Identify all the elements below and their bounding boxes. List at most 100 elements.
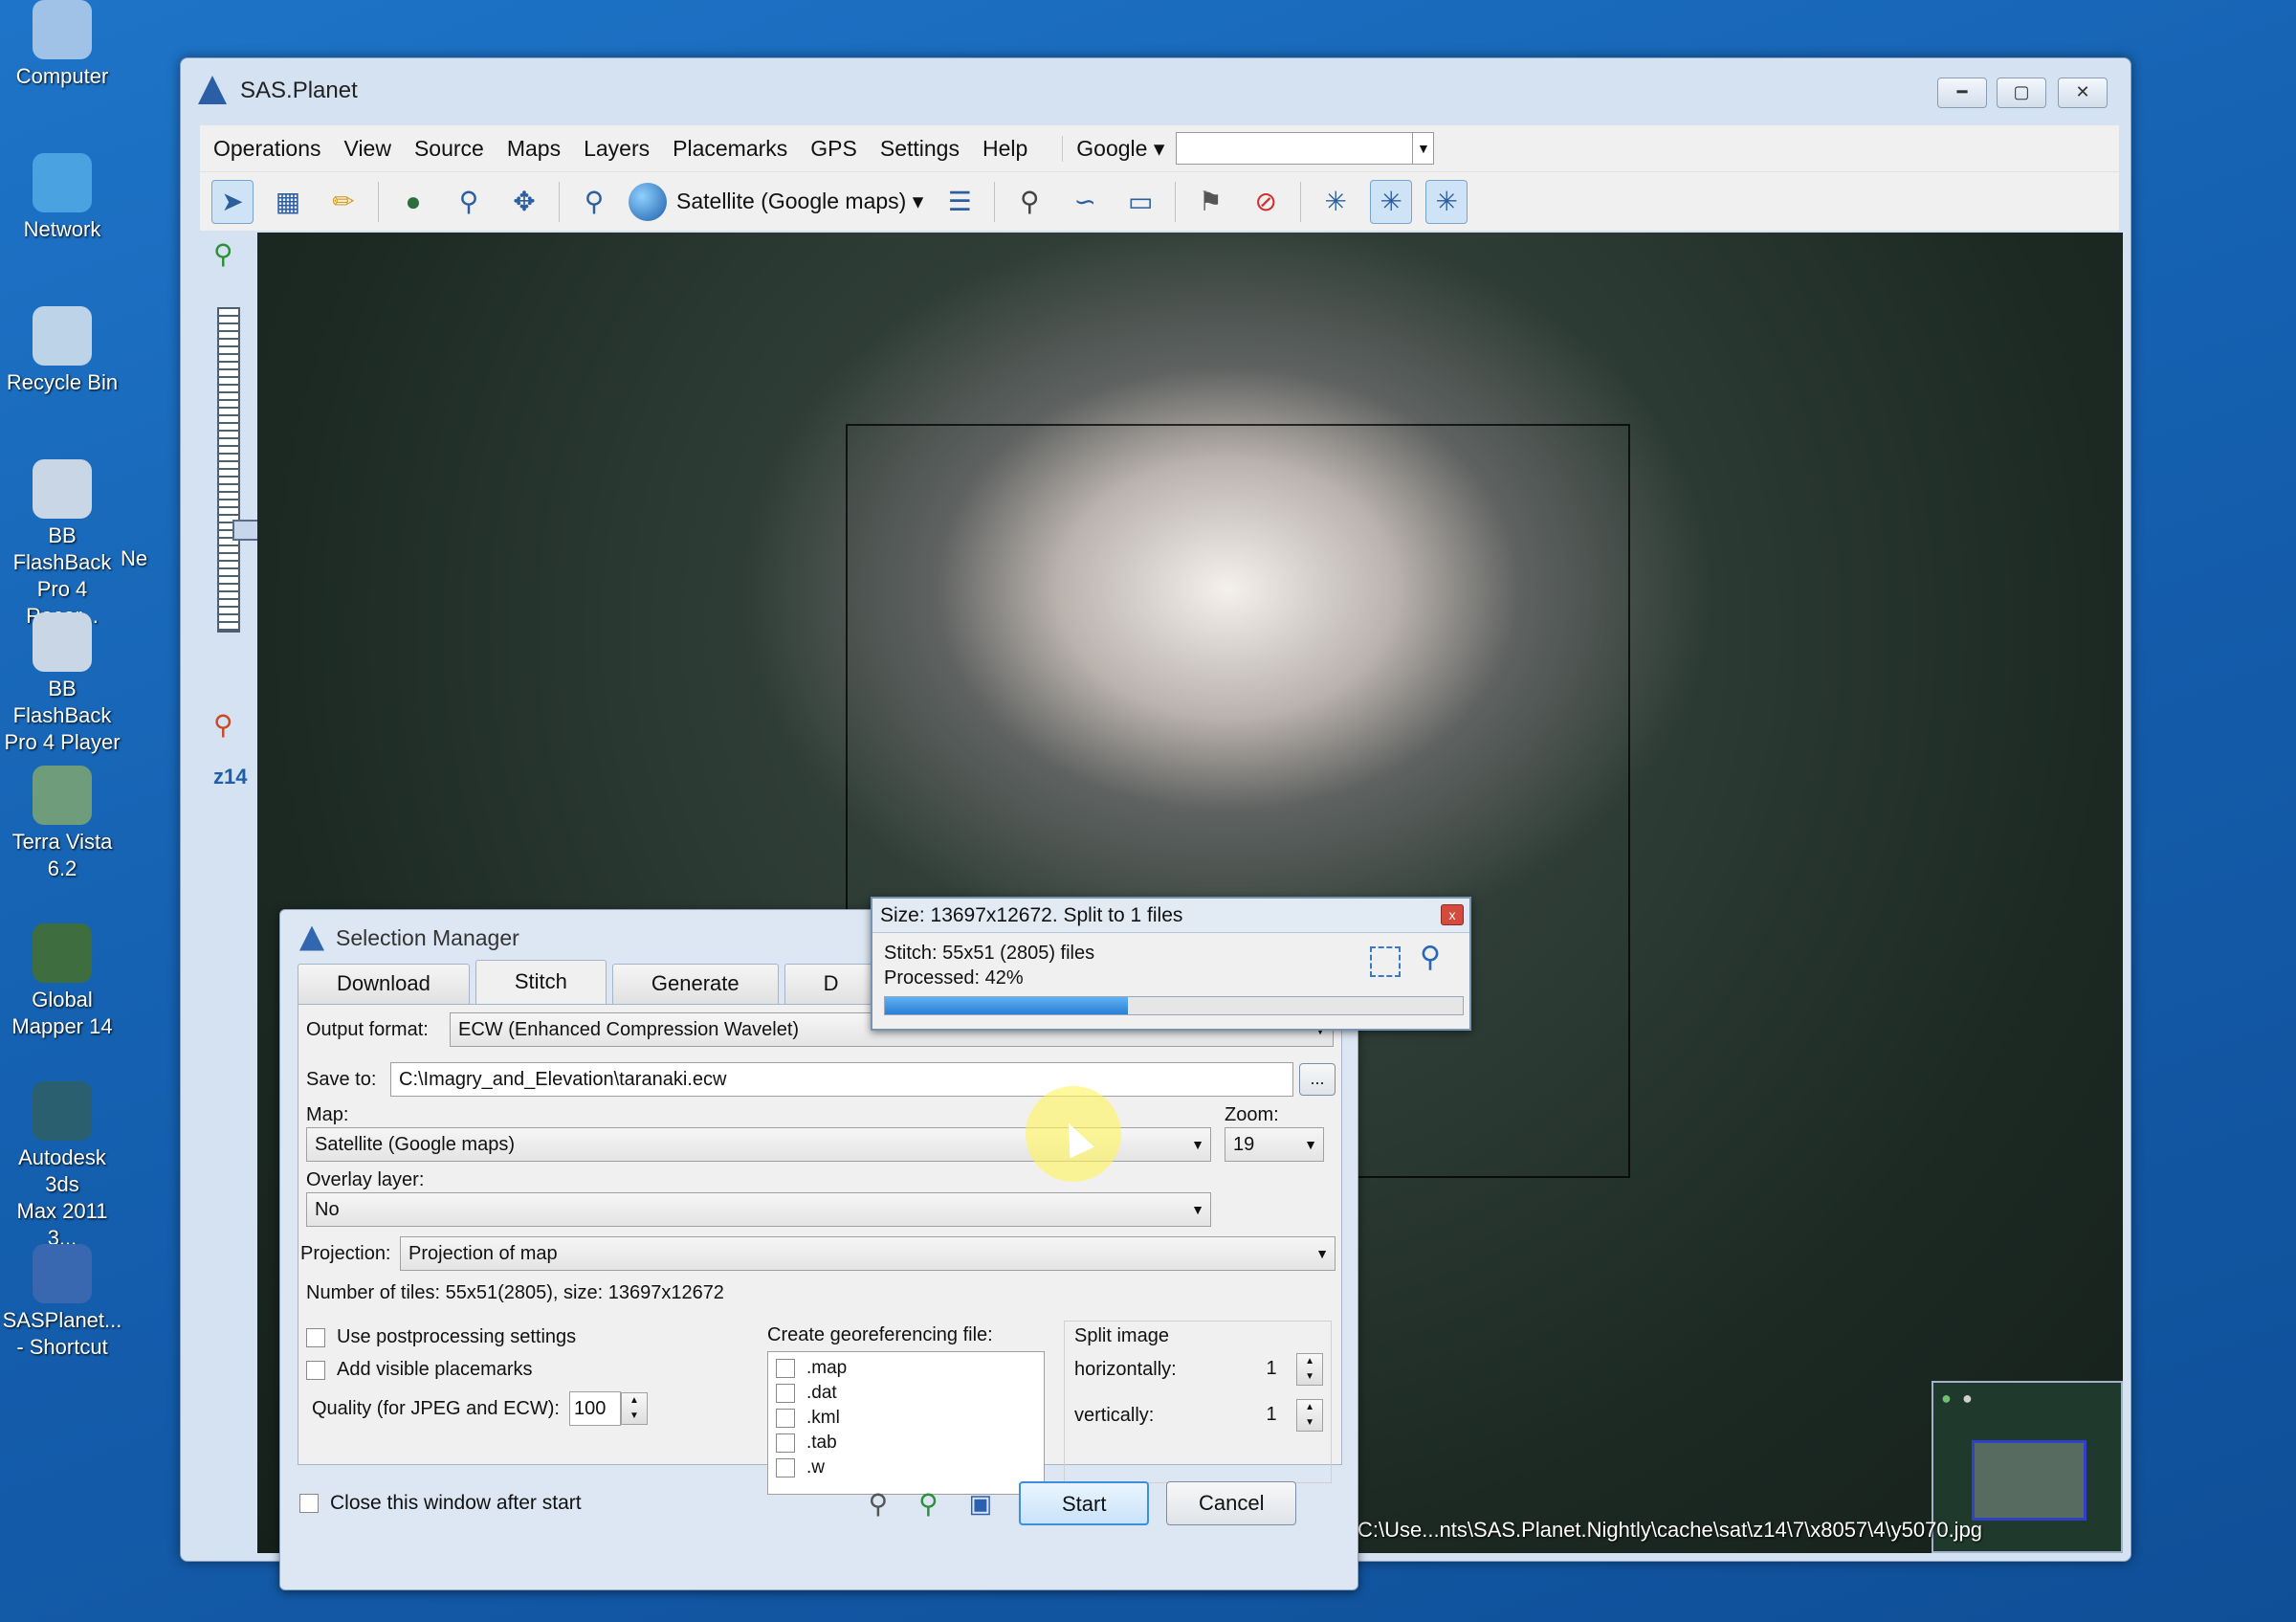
- menu-gps[interactable]: GPS: [810, 136, 857, 162]
- app-icon: [198, 76, 227, 104]
- desktop-icon[interactable]: Global Mapper 14: [0, 923, 124, 1040]
- minimap-zoom-out-icon[interactable]: ●: [1962, 1389, 1973, 1409]
- tab-stitch[interactable]: Stitch: [475, 960, 607, 1004]
- desktop-icon[interactable]: Network: [0, 153, 124, 243]
- fullscreen-icon[interactable]: ✥: [503, 180, 545, 224]
- search-input[interactable]: ▼: [1176, 132, 1435, 165]
- cursor-select-icon[interactable]: ➤: [211, 179, 254, 224]
- desktop-icon[interactable]: Autodesk 3ds Max 2011 3...: [0, 1081, 124, 1252]
- horizontally-spinner[interactable]: ▲ ▼: [1296, 1353, 1323, 1386]
- gps-icon[interactable]: ✳: [1314, 180, 1357, 224]
- tab-partial[interactable]: D: [784, 964, 878, 1004]
- status-path: C:\Use...nts\SAS.Planet.Nightly\cache\sa…: [1358, 1518, 1983, 1542]
- menu-source[interactable]: Source: [414, 136, 484, 162]
- menu-layers[interactable]: Layers: [584, 136, 650, 162]
- menu-maps[interactable]: Maps: [507, 136, 561, 162]
- no-marks-icon[interactable]: ⊘: [1245, 180, 1287, 224]
- gps-center-icon[interactable]: ✳: [1425, 179, 1468, 224]
- maximize-button[interactable]: ▢: [1997, 78, 2046, 108]
- save-to-input[interactable]: C:\Imagry_and_Elevation\taranaki.ecw: [390, 1062, 1293, 1097]
- georef-map-checkbox[interactable]: [776, 1359, 795, 1378]
- placemarks-checkbox[interactable]: [306, 1360, 325, 1380]
- satellite-dish-icon[interactable]: ⚲: [573, 180, 615, 224]
- title-bar[interactable]: SAS.Planet ━ ▢ ✕: [181, 58, 2130, 123]
- placemarks-label: Add visible placemarks: [337, 1359, 533, 1380]
- marks-icon[interactable]: ⚑: [1189, 180, 1231, 224]
- menu-settings[interactable]: Settings: [880, 136, 960, 162]
- quality-input[interactable]: 100: [568, 1391, 621, 1426]
- desktop-icon[interactable]: BB FlashBack Pro 4 Player: [0, 612, 124, 756]
- zoom-select[interactable]: 19 ▼: [1225, 1127, 1324, 1162]
- close-button[interactable]: ✕: [2058, 78, 2108, 108]
- magnifier-icon[interactable]: ⚲: [448, 180, 490, 224]
- minimize-button[interactable]: ━: [1937, 78, 1987, 108]
- menu-placemarks[interactable]: Placemarks: [673, 136, 787, 162]
- path-icon[interactable]: ∽: [1064, 180, 1106, 224]
- horizontally-input[interactable]: 1: [1258, 1352, 1296, 1387]
- map-type-selector[interactable]: Satellite (Google maps) ▾: [629, 182, 923, 221]
- geocoder-select[interactable]: Google ▾: [1062, 135, 1164, 162]
- georef-kml-checkbox[interactable]: [776, 1409, 795, 1428]
- placemark-icon[interactable]: ⚲: [869, 1488, 889, 1520]
- desktop-icon[interactable]: Computer: [0, 0, 124, 90]
- tab-generate[interactable]: Generate: [611, 964, 779, 1004]
- stitch-panel: Output format: ECW (Enhanced Compression…: [298, 1004, 1342, 1495]
- search-dropdown-icon[interactable]: ▼: [1412, 133, 1433, 164]
- rect-select-icon[interactable]: ▦: [267, 180, 309, 224]
- vertically-input[interactable]: 1: [1258, 1398, 1296, 1433]
- overlay-select[interactable]: No ▼: [306, 1192, 1211, 1227]
- selection-frame-icon[interactable]: [1370, 946, 1401, 977]
- save-to-label: Save to:: [306, 1068, 377, 1090]
- zoom-to-selection-icon[interactable]: ⚲: [918, 1488, 938, 1520]
- vertically-spinner[interactable]: ▲ ▼: [1296, 1399, 1323, 1432]
- desktop-app-icon: [33, 1244, 92, 1303]
- zoom-slider[interactable]: [217, 307, 263, 633]
- ruler-icon[interactable]: ✏: [322, 180, 364, 224]
- desktop-icon-label: Network: [23, 217, 101, 241]
- desktop-icon-label: Computer: [15, 64, 109, 88]
- horizontally-label: horizontally:: [1074, 1358, 1177, 1380]
- progress-title[interactable]: Size: 13697x12672. Split to 1 files: [872, 899, 1469, 933]
- start-button[interactable]: Start: [1019, 1481, 1150, 1525]
- minimap-viewport[interactable]: [1972, 1440, 2086, 1521]
- toolbar-separator: [559, 181, 560, 222]
- desktop-icon[interactable]: Terra Vista 6.2: [0, 766, 124, 882]
- georef-map-label: .map: [806, 1358, 848, 1378]
- desktop-icon[interactable]: Recycle Bin: [0, 306, 124, 396]
- desktop-icon[interactable]: SASPlanet... - Shortcut: [0, 1244, 124, 1361]
- output-format-value: ECW (Enhanced Compression Wavelet): [458, 1019, 800, 1040]
- projection-select[interactable]: Projection of map ▼: [400, 1236, 1336, 1271]
- magnifier-icon[interactable]: ⚲: [1420, 941, 1441, 974]
- toolbar: ➤ ▦ ✏ ● ⚲ ✥ ⚲ Satellite (Google maps) ▾ …: [200, 171, 2119, 231]
- placemark-icon[interactable]: ⚲: [1008, 180, 1050, 224]
- quality-spinner[interactable]: ▲ ▼: [620, 1392, 648, 1425]
- menu-operations[interactable]: Operations: [213, 136, 321, 162]
- menu-help[interactable]: Help: [982, 136, 1027, 162]
- selection-manager-title[interactable]: Selection Manager: [299, 925, 519, 951]
- toolbar-separator: [1175, 181, 1177, 222]
- postprocessing-checkbox[interactable]: [306, 1327, 325, 1347]
- dialog-footer: Close this window after start ⚲ ⚲ ▣ Star…: [298, 1475, 1342, 1532]
- polygon-icon[interactable]: ▭: [1119, 180, 1161, 224]
- close-icon[interactable]: x: [1441, 904, 1464, 925]
- close-after-start-checkbox[interactable]: [299, 1494, 319, 1513]
- save-selection-icon[interactable]: ▣: [969, 1489, 993, 1519]
- tab-download[interactable]: Download: [298, 964, 470, 1004]
- georef-dat-checkbox[interactable]: [776, 1384, 795, 1403]
- desktop-app-icon: [33, 766, 92, 825]
- desktop-app-icon: [33, 612, 92, 672]
- menu-view[interactable]: View: [344, 136, 391, 162]
- gps-track-icon[interactable]: ✳: [1370, 179, 1413, 224]
- desktop-icon[interactable]: BB FlashBack Pro 4 Recor...: [0, 459, 124, 630]
- layers-icon[interactable]: ☰: [938, 180, 981, 224]
- zoom-in-icon[interactable]: ⚲: [213, 238, 233, 270]
- progress-bar: [884, 996, 1464, 1015]
- minimap-zoom-in-icon[interactable]: ●: [1941, 1389, 1952, 1409]
- zoom-out-icon[interactable]: ⚲: [213, 709, 233, 741]
- cancel-button[interactable]: Cancel: [1166, 1481, 1297, 1525]
- globe-icon[interactable]: ●: [392, 180, 434, 224]
- zoom-label: Zoom:: [1225, 1104, 1279, 1125]
- georef-tab-checkbox[interactable]: [776, 1433, 795, 1453]
- browse-button[interactable]: ...: [1299, 1063, 1336, 1096]
- toolbar-separator: [1300, 181, 1302, 222]
